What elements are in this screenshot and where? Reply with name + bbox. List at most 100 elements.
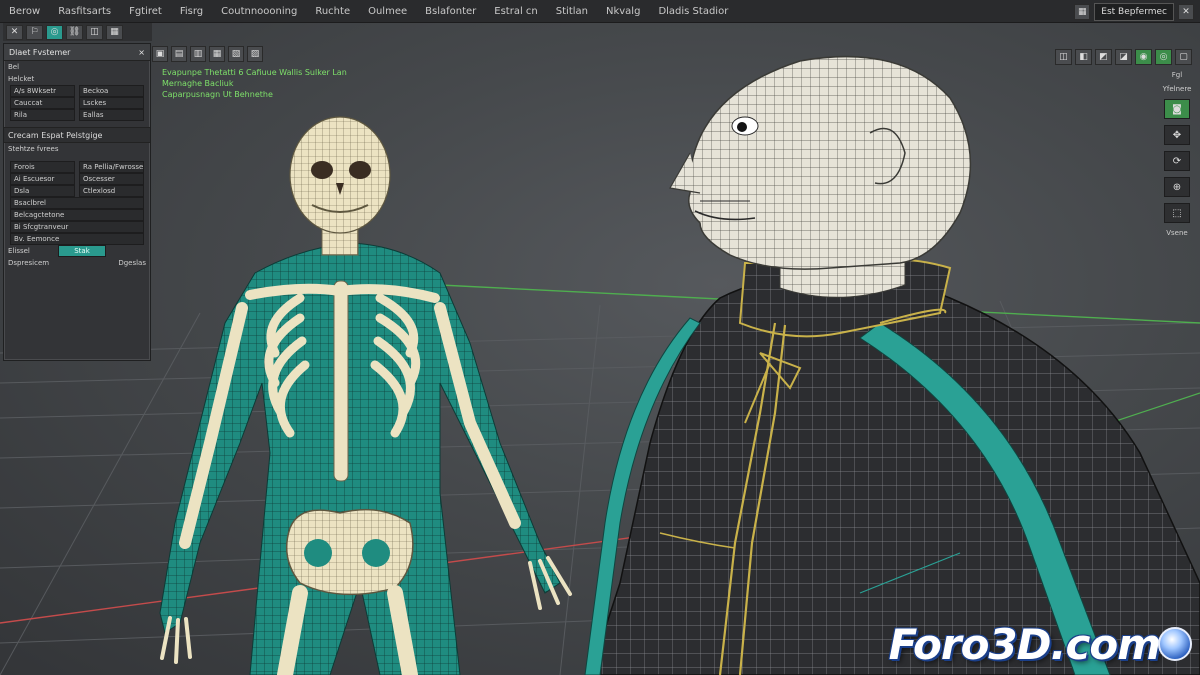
menu-item[interactable]: Berow — [0, 6, 49, 17]
scene-canvas[interactable] — [0, 23, 1200, 675]
panel-row: Helcket — [4, 73, 150, 85]
watermark-globe-icon — [1158, 627, 1192, 661]
camera-view-icon[interactable]: ◙ — [1164, 99, 1190, 119]
panel-row: Bi Sfcgtranveur — [4, 221, 150, 233]
snap-tool-icon[interactable]: ▧ — [228, 46, 244, 62]
select-tool-icon[interactable]: ▣ — [152, 46, 168, 62]
solid-shading-icon[interactable]: ◧ — [1075, 49, 1092, 65]
jacket-character — [584, 55, 1200, 675]
zoom-view-icon[interactable]: ⊕ — [1164, 177, 1190, 197]
skeleton-character — [159, 116, 572, 675]
panel-row-label: Helcket — [8, 75, 35, 83]
panel-field[interactable]: Cauccat — [10, 97, 75, 109]
pan-view-icon[interactable]: ✥ — [1164, 125, 1190, 145]
close-icon[interactable]: ✕ — [1178, 4, 1194, 20]
panel-row: Forois Ra Pellia/Fwrosseotenc — [4, 161, 150, 173]
menu-item[interactable]: Estral cn — [485, 6, 546, 17]
overlay-line: Caparpusnagn Ut Behnethe — [162, 90, 273, 99]
panel-field[interactable]: A/s 8Wksetr — [10, 85, 75, 97]
panel-field[interactable]: Forois — [10, 161, 75, 173]
menu-item[interactable]: Fisrg — [171, 6, 212, 17]
viewport-3d[interactable]: ▣ ▤ ▥ ▦ ▧ ▨ ◫ ◧ ◩ ◪ ◉ ◎ ▢ Evapunpe Theta… — [0, 23, 1200, 675]
overlay-line: Mernaghe Bacliuk — [162, 79, 234, 88]
watermark-logo-text: Foro3D.com — [888, 620, 1161, 669]
view-tool-icon[interactable]: ▨ — [247, 46, 263, 62]
side-tool-label: Yfelnere — [1162, 85, 1192, 93]
menu-right-controls: ▦ Est Bepfermec ✕ — [1074, 3, 1194, 21]
side-tool-label: Vsene — [1166, 229, 1188, 237]
panel-row: Bsaclbrel — [4, 197, 150, 209]
viewport-header-tools: ▣ ▤ ▥ ▦ ▧ ▨ — [152, 46, 263, 62]
panel-field[interactable]: Dsla — [10, 185, 75, 197]
move-tool-icon[interactable]: ▤ — [171, 46, 187, 62]
panel-row: Stehtze fvrees — [4, 143, 150, 155]
orbit-view-icon[interactable]: ⟳ — [1164, 151, 1190, 171]
rotate-tool-icon[interactable]: ▥ — [190, 46, 206, 62]
material-shading-icon[interactable]: ◩ — [1095, 49, 1112, 65]
panel-field[interactable]: Rila — [10, 109, 75, 121]
workspace-icon[interactable]: ▦ — [1074, 4, 1091, 20]
menu-item[interactable]: Coutnnoooning — [212, 6, 306, 17]
panel-row-value: Dgeslas — [118, 259, 146, 267]
value-slider[interactable]: Stak — [58, 245, 106, 257]
panel-row: Dspresicem Dgeslas — [4, 257, 150, 269]
side-tool-label: Fgl — [1171, 71, 1183, 79]
tool-close-icon[interactable]: ✕ — [6, 24, 23, 40]
panel-row: Belcagctetone — [4, 209, 150, 221]
panel-field[interactable]: Ctlexlosd — [79, 185, 144, 197]
section-value: Pelstgige — [66, 130, 103, 140]
panel-field[interactable]: Lsckes — [79, 97, 144, 109]
panel-row: Ai Escuesor Oscesser — [4, 173, 150, 185]
panel-row-label: Dspresicem — [8, 259, 50, 267]
gizmo-toggle-icon[interactable]: ◎ — [1155, 49, 1172, 65]
panel-row: Cauccat Lsckes — [4, 97, 150, 109]
panel-row: Dsla Ctlexlosd — [4, 185, 150, 197]
menu-item[interactable]: Stitlan — [547, 6, 597, 17]
overlay-line: Evapunpe Thetatti 6 Cafiuue Wallis Sulke… — [162, 68, 347, 77]
panel-field[interactable]: Belcagctetone — [10, 209, 144, 221]
viewport-side-tools: Fgl Yfelnere ◙ ✥ ⟳ ⊕ ⬚ Vsene — [1160, 71, 1194, 237]
panel-row: Bv. Eemonce — [4, 233, 150, 245]
overlay-toggle-icon[interactable]: ◉ — [1135, 49, 1152, 65]
panel-close-button[interactable]: × — [138, 48, 145, 57]
tool-active-icon[interactable]: ◎ — [46, 24, 63, 40]
menu-item[interactable]: Rasfitsarts — [49, 6, 120, 17]
perspective-toggle-icon[interactable]: ⬚ — [1164, 203, 1190, 223]
panel-row-label: Bel — [8, 63, 20, 71]
panel-row: Elissel Stak — [4, 245, 150, 257]
panel-field[interactable]: Ai Escuesor — [10, 173, 75, 185]
panel-field[interactable]: Eallas — [79, 109, 144, 121]
tool-link-icon[interactable]: ⛓ — [66, 24, 83, 40]
panel-section-header[interactable]: Crecam Espat Pelstgige — [4, 127, 150, 143]
menu-item[interactable]: Oulmee — [359, 6, 416, 17]
slider-label: Elissel — [8, 247, 30, 255]
section-sub-label: Stehtze fvrees — [8, 145, 59, 153]
panel-field[interactable]: Ra Pellia/Fwrosseotenc — [79, 161, 144, 173]
menu-item[interactable]: Fgtiret — [120, 6, 171, 17]
panel-row: A/s 8Wksetr Beckoa — [4, 85, 150, 97]
tool-grid-icon[interactable]: ▦ — [106, 24, 123, 40]
panel-field[interactable]: Bsaclbrel — [10, 197, 144, 209]
menu-item[interactable]: Dladis Stadior — [649, 6, 737, 17]
left-toolbar: ✕ ⚐ ◎ ⛓ ◫ ▦ — [3, 23, 152, 41]
panel-field[interactable]: Oscesser — [79, 173, 144, 185]
menu-item[interactable]: Nkvalg — [597, 6, 649, 17]
xray-toggle-icon[interactable]: ▢ — [1175, 49, 1192, 65]
menu-bar: Berow Rasfitsarts Fgtiret Fisrg Coutnnoo… — [0, 0, 1200, 23]
scale-tool-icon[interactable]: ▦ — [209, 46, 225, 62]
panel-field[interactable]: Beckoa — [79, 85, 144, 97]
panel-header: Dlaet Fvstemer × — [4, 44, 150, 61]
menu-item[interactable]: Bslafonter — [416, 6, 485, 17]
render-shading-icon[interactable]: ◪ — [1115, 49, 1132, 65]
properties-panel: Dlaet Fvstemer × Bel Helcket A/s 8Wksetr… — [3, 43, 151, 361]
panel-field[interactable]: Bv. Eemonce — [10, 233, 144, 245]
panel-row: Rila Eallas — [4, 109, 150, 121]
panel-field[interactable]: Bi Sfcgtranveur — [10, 221, 144, 233]
menu-item[interactable]: Ruchte — [306, 6, 359, 17]
section-label: Crecam Espat — [8, 130, 64, 140]
wireframe-shading-icon[interactable]: ◫ — [1055, 49, 1072, 65]
tool-pin-icon[interactable]: ⚐ — [26, 24, 43, 40]
tool-view-icon[interactable]: ◫ — [86, 24, 103, 40]
panel-title: Dlaet Fvstemer — [9, 47, 71, 57]
workspace-field[interactable]: Est Bepfermec — [1094, 3, 1174, 21]
